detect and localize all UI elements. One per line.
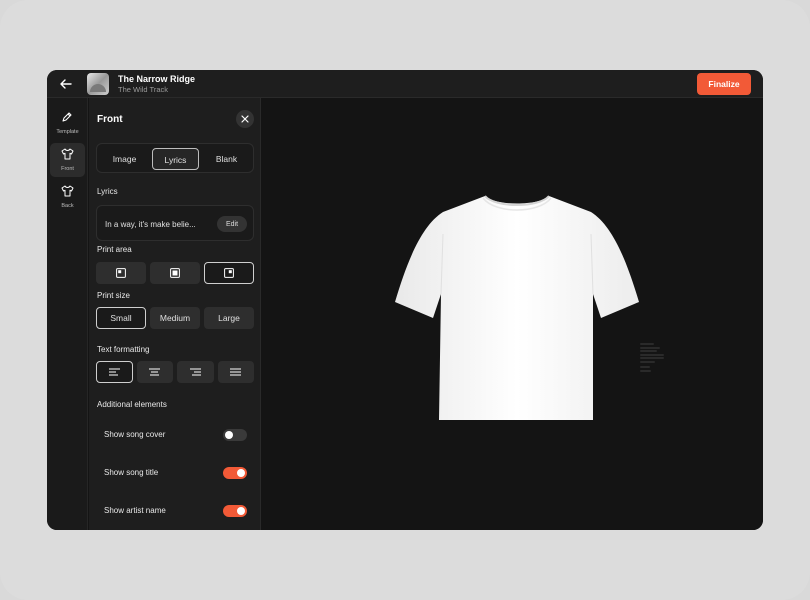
lyrics-value: In a way, it's make belie...	[105, 220, 196, 229]
back-arrow-icon[interactable]	[59, 77, 73, 91]
print-area-label: Print area	[97, 245, 132, 254]
side-rail: Template Front Back	[47, 98, 88, 530]
tab-lyrics[interactable]: Lyrics	[152, 148, 199, 170]
print-area-right[interactable]	[204, 262, 254, 284]
panel-title: Front	[97, 114, 123, 125]
lyrics-field[interactable]: In a way, it's make belie... Edit	[96, 205, 254, 241]
rail-label: Back	[61, 203, 74, 209]
rail-label: Front	[61, 166, 74, 172]
song-artist: The Wild Track	[118, 85, 169, 94]
lyrics-label: Lyrics	[97, 187, 118, 196]
align-right-icon	[190, 368, 201, 376]
area-center-icon	[170, 268, 180, 278]
size-small-button[interactable]: Small	[96, 307, 146, 329]
top-bar: The Narrow Ridge The Wild Track Finalize	[47, 70, 763, 98]
toggle-label: Show song title	[104, 468, 159, 477]
area-left-icon	[116, 268, 126, 278]
lyrics-print-on-shirt	[640, 343, 670, 377]
toggle-label: Show artist name	[104, 506, 166, 515]
preview-canvas	[262, 98, 763, 530]
rail-label: Template	[56, 129, 79, 135]
toggle-row-song-title: Show song title	[96, 458, 254, 488]
align-center-button[interactable]	[137, 361, 173, 383]
align-right-button[interactable]	[177, 361, 214, 383]
print-area-left[interactable]	[96, 262, 146, 284]
align-center-icon	[149, 368, 160, 376]
rail-item-template[interactable]: Template	[50, 106, 85, 140]
text-formatting-label: Text formatting	[97, 345, 150, 354]
additional-elements-label: Additional elements	[97, 400, 167, 409]
print-area-center[interactable]	[150, 262, 200, 284]
artist-name-toggle[interactable]	[223, 505, 247, 517]
content-type-selector: Image Lyrics Blank	[96, 143, 254, 173]
toggle-label: Show song cover	[104, 430, 166, 439]
tab-image[interactable]: Image	[101, 148, 148, 170]
song-title: The Narrow Ridge	[118, 74, 196, 84]
tab-blank[interactable]: Blank	[203, 148, 250, 170]
close-icon	[241, 115, 249, 123]
pencil-icon	[62, 112, 72, 122]
song-cover-toggle[interactable]	[223, 429, 247, 441]
app-window: The Narrow Ridge The Wild Track Finalize…	[47, 70, 763, 530]
toggle-row-song-cover: Show song cover	[96, 420, 254, 450]
align-left-button[interactable]	[96, 361, 133, 383]
finalize-button[interactable]: Finalize	[697, 73, 751, 95]
tshirt-icon	[61, 185, 74, 197]
song-title-toggle[interactable]	[223, 467, 247, 479]
size-large-button[interactable]: Large	[204, 307, 254, 329]
song-cover-thumbnail	[87, 73, 109, 95]
tshirt-icon	[61, 148, 74, 160]
rail-item-front[interactable]: Front	[50, 143, 85, 177]
area-right-icon	[224, 268, 234, 278]
align-justify-icon	[230, 368, 241, 376]
align-justify-button[interactable]	[218, 361, 254, 383]
settings-panel: Front Image Lyrics Blank Lyrics In a way…	[89, 98, 261, 530]
edit-lyrics-button[interactable]: Edit	[217, 216, 247, 232]
toggle-row-artist-name: Show artist name	[96, 496, 254, 526]
size-medium-button[interactable]: Medium	[150, 307, 200, 329]
rail-item-back[interactable]: Back	[50, 180, 85, 214]
tshirt-preview	[395, 195, 639, 420]
align-left-icon	[109, 368, 120, 376]
print-size-label: Print size	[97, 291, 130, 300]
close-button[interactable]	[236, 110, 254, 128]
